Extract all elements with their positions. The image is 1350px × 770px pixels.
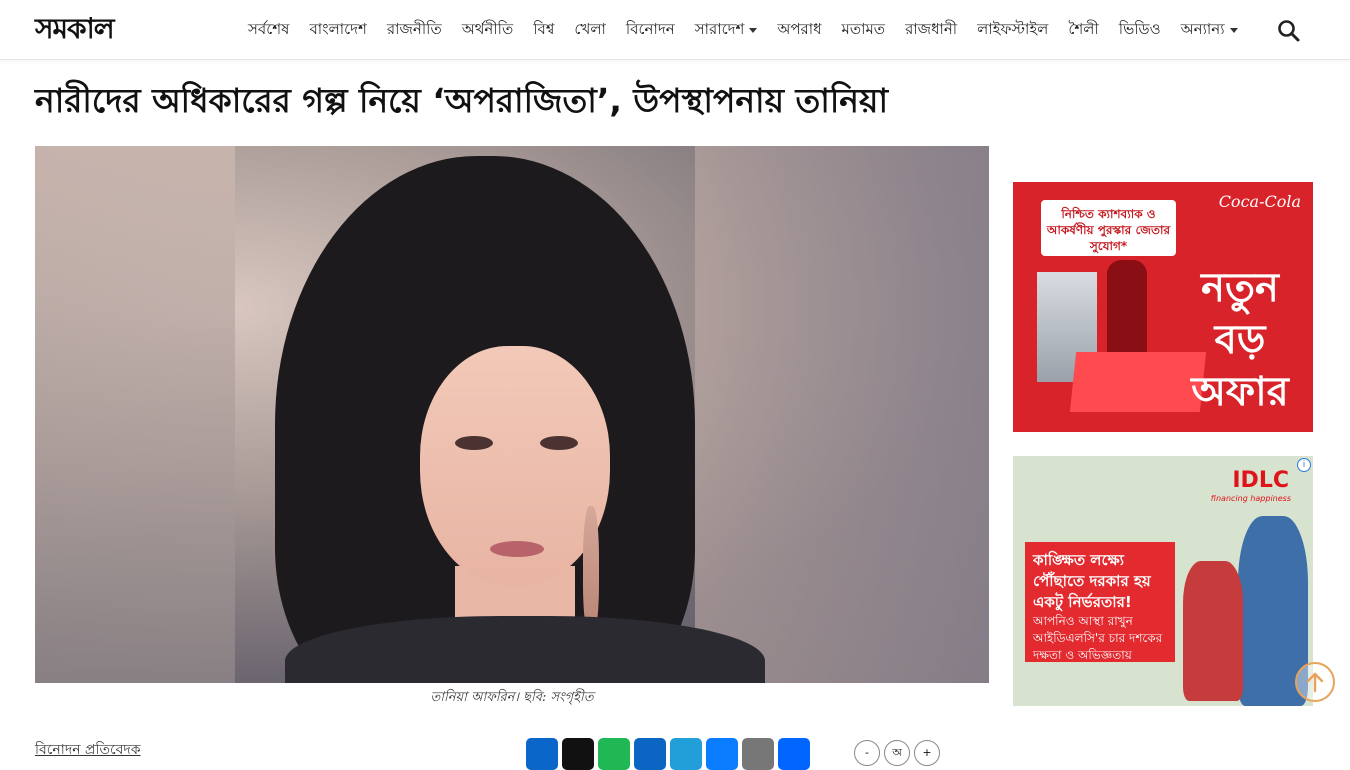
article-image — [35, 146, 989, 683]
email-share-icon[interactable] — [742, 738, 774, 770]
font-decrease-button[interactable]: - — [854, 740, 880, 766]
whatsapp-share-icon[interactable] — [598, 738, 630, 770]
nav-label: সারাদেশ — [694, 19, 745, 38]
nav-label: মতামত — [841, 19, 886, 38]
nav-label: অর্থনীতি — [461, 19, 514, 38]
ad-brand: Coca-Cola — [1218, 192, 1301, 211]
telegram-share-icon[interactable] — [670, 738, 702, 770]
nav-item[interactable]: খেলা — [564, 18, 615, 43]
back-to-top-button[interactable] — [1295, 662, 1335, 702]
image-caption: তানিয়া আফরিন। ছবি: সংগৃহীত — [430, 690, 594, 705]
ad-banner-idlc[interactable]: i IDLC financing happiness কাঙ্ক্ষিত লক্… — [1013, 456, 1313, 706]
caret-down-icon — [1229, 27, 1238, 33]
nav-item[interactable]: শৈলী — [1058, 18, 1108, 43]
linkedin-share-icon[interactable] — [634, 738, 666, 770]
main-nav: সর্বশেষ বাংলাদেশ রাজনীতি অর্থনীতি বিশ্ব … — [238, 0, 1248, 60]
ad-brand: IDLC — [1232, 468, 1289, 493]
ad-info-icon[interactable]: i — [1297, 458, 1311, 472]
nav-label: বিনোদন — [625, 19, 675, 38]
nav-item-dropdown[interactable]: অন্যান্য — [1171, 18, 1248, 43]
font-increase-button[interactable]: + — [914, 740, 940, 766]
caret-down-icon — [749, 27, 758, 33]
nav-label: ভিডিও — [1118, 19, 1161, 38]
nav-label: অন্যান্য — [1180, 19, 1225, 38]
nav-label: বিশ্ব — [533, 19, 555, 38]
article-headline: নারীদের অধিকারের গল্প নিয়ে ‘অপরাজিতা’, … — [35, 81, 889, 120]
nav-item[interactable]: রাজধানী — [895, 18, 967, 43]
nav-item[interactable]: সর্বশেষ — [238, 18, 299, 43]
nav-item[interactable]: রাজনীতি — [377, 18, 452, 43]
nav-label: খেলা — [574, 19, 606, 38]
font-reset-button[interactable]: অ — [884, 740, 910, 766]
byline[interactable]: বিনোদন প্রতিবেদক — [35, 738, 141, 762]
arrow-up-icon — [1306, 672, 1324, 693]
nav-item[interactable]: বিনোদন — [616, 18, 685, 43]
site-header: সমকাল সর্বশেষ বাংলাদেশ রাজনীতি অর্থনীতি … — [0, 0, 1350, 60]
nav-label: রাজধানী — [905, 19, 958, 38]
nav-label: শৈলী — [1068, 19, 1099, 38]
x-share-icon[interactable] — [562, 738, 594, 770]
nav-item[interactable]: লাইফস্টাইল — [967, 18, 1058, 43]
nav-item[interactable]: বিশ্ব — [523, 18, 564, 43]
search-icon — [1278, 20, 1300, 42]
nav-item[interactable]: ভিডিও — [1109, 18, 1171, 43]
nav-item[interactable]: অর্থনীতি — [452, 18, 524, 43]
nav-label: সর্বশেষ — [248, 19, 290, 38]
search-button[interactable] — [1276, 18, 1302, 44]
nav-label: অপরাধ — [777, 19, 822, 38]
nav-label: লাইফস্টাইল — [977, 19, 1049, 38]
share-icon[interactable] — [778, 738, 810, 770]
ad-tagline: financing happiness — [1210, 494, 1291, 503]
facebook-share-icon[interactable] — [526, 738, 558, 770]
nav-label: রাজনীতি — [386, 19, 442, 38]
messenger-share-icon[interactable] — [706, 738, 738, 770]
ad-offer: নতুন বড় অফার — [1191, 265, 1289, 415]
ad-card: কাঙ্ক্ষিত লক্ষ্যে পৌঁছাতে দরকার হয় একটু… — [1025, 542, 1175, 662]
ad-tagline: নিশ্চিত ক্যাশব্যাক ও আকর্ষণীয় পুরস্কার … — [1041, 200, 1176, 256]
nav-item[interactable]: অপরাধ — [767, 18, 831, 43]
ad-headline: কাঙ্ক্ষিত লক্ষ্যে পৌঁছাতে দরকার হয় একটু… — [1033, 551, 1151, 611]
ad-banner-coca-cola[interactable]: নিশ্চিত ক্যাশব্যাক ও আকর্ষণীয় পুরস্কার … — [1013, 182, 1313, 432]
nav-item[interactable]: মতামত — [832, 18, 896, 43]
nav-item[interactable]: বাংলাদেশ — [299, 18, 376, 43]
share-bar — [526, 738, 810, 770]
nav-item-dropdown[interactable]: সারাদেশ — [685, 18, 768, 43]
ad-body: আপনিও আস্থা রাখুন আইডিএলসি'র চার দশকের দ… — [1033, 614, 1163, 662]
site-logo[interactable]: সমকাল — [35, 12, 115, 45]
logo-text: সমকাল — [35, 12, 115, 45]
nav-label: বাংলাদেশ — [309, 19, 367, 38]
